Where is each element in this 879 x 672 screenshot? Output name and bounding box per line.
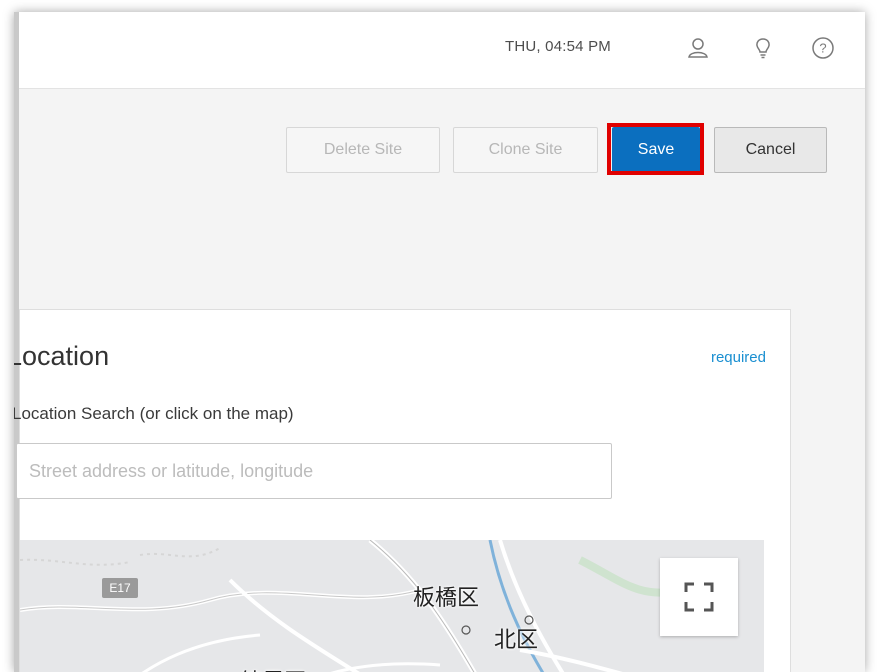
map-label-nerima: 練馬区 [240, 664, 306, 672]
location-search-label: Location Search (or click on the map) [14, 404, 294, 423]
current-datetime: THU, 04:54 PM [505, 38, 611, 55]
location-title: Location [14, 341, 110, 371]
app-window: THU, 04:54 PM ? Delete Site Clone Site S… [14, 12, 865, 672]
map-roads [20, 540, 681, 672]
cancel-button[interactable]: Cancel [714, 127, 827, 173]
top-bar: THU, 04:54 PM ? [19, 12, 865, 89]
map-label-kita: 北区 [494, 628, 539, 653]
save-button[interactable]: Save [612, 127, 700, 173]
map-view[interactable]: E17 板橋区 北区 練馬区 [20, 540, 764, 672]
location-search-input[interactable] [16, 443, 612, 499]
user-icon[interactable] [685, 35, 711, 61]
map-road-badge: E17 [102, 578, 138, 598]
lightbulb-icon[interactable] [750, 35, 776, 61]
delete-site-button[interactable]: Delete Site [286, 127, 440, 173]
help-icon[interactable]: ? [810, 35, 836, 61]
location-panel: Location required Location Search (or cl… [14, 309, 791, 672]
svg-text:?: ? [819, 41, 826, 56]
fullscreen-icon [684, 582, 714, 612]
clone-site-button[interactable]: Clone Site [453, 127, 598, 173]
map-label-itabashi: 板橋区 [413, 586, 480, 611]
map-fullscreen-button[interactable] [660, 558, 738, 636]
required-indicator: required [710, 349, 766, 366]
